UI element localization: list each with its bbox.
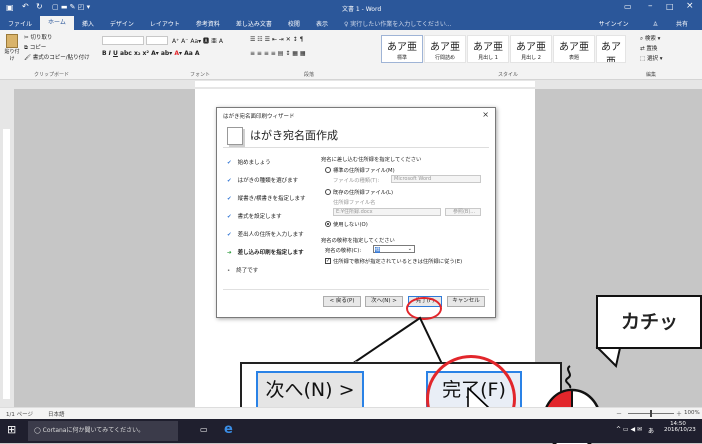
clock-date: 2016/10/23 xyxy=(664,427,696,433)
windows-start-icon[interactable]: ⊞ xyxy=(7,423,16,436)
windows-taskbar: ⊞ ◯ Cortanaに何か聞いてみてください。 ▭ e ^ ▭ ◀ ✉ あ 1… xyxy=(0,419,702,443)
zoom-slider-thumb[interactable] xyxy=(650,410,652,417)
ime-indicator[interactable]: あ xyxy=(648,426,654,435)
system-tray-icons[interactable]: ^ ▭ ◀ ✉ xyxy=(616,426,642,433)
click-sound-callout: カチッ xyxy=(596,295,702,349)
cortana-placeholder: Cortanaに何か聞いてみてください。 xyxy=(42,427,145,434)
cortana-circle-icon: ◯ xyxy=(34,427,41,434)
zoomed-next-button[interactable]: 次へ(N) > xyxy=(256,371,364,411)
zoom-out-icon[interactable]: － xyxy=(616,409,622,418)
cortana-search[interactable]: ◯ Cortanaに何か聞いてみてください。 xyxy=(28,421,178,441)
page-count[interactable]: 1/1 ページ xyxy=(6,410,33,418)
clock[interactable]: 14:50 2016/10/23 xyxy=(664,421,696,433)
status-bar: 1/1 ページ 日本語 － ＋ 100% xyxy=(0,407,702,419)
language-indicator[interactable]: 日本語 xyxy=(48,410,65,418)
edge-browser-icon[interactable]: e xyxy=(224,422,233,437)
zoom-in-icon[interactable]: ＋ xyxy=(676,409,682,418)
task-view-icon[interactable]: ▭ xyxy=(200,425,208,434)
zoom-level[interactable]: 100% xyxy=(684,410,700,416)
